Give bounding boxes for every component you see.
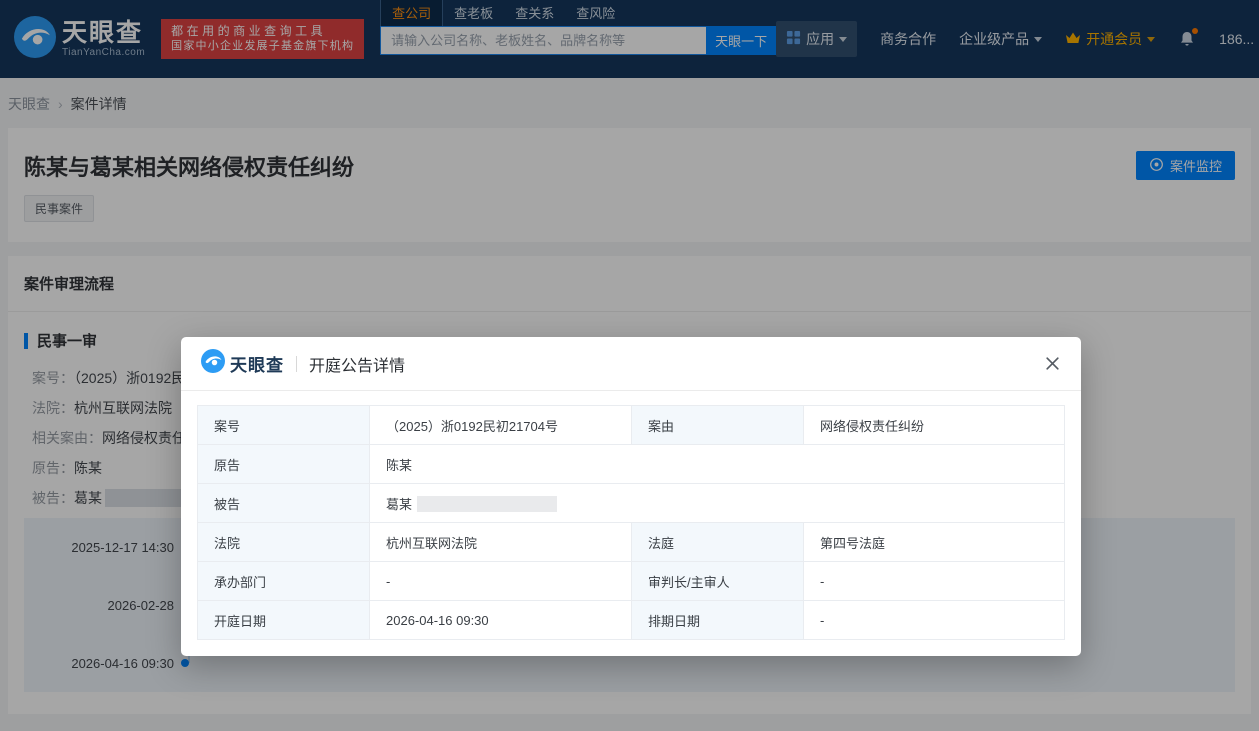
table-row: 原告 陈某	[197, 444, 1065, 484]
modal-brand-name: 天眼查	[230, 356, 284, 375]
table-row: 开庭日期 2026-04-16 09:30 排期日期 -	[197, 600, 1065, 640]
label-hearing-date: 开庭日期	[197, 600, 370, 640]
label-court: 法院	[197, 522, 370, 562]
label-defendant: 被告	[197, 483, 370, 523]
value-judge: -	[803, 561, 1065, 601]
hearing-detail-modal: 天眼查 开庭公告详情 案号 （2025）浙0192民初21704号 案由 网络侵…	[181, 337, 1081, 656]
tianyancha-logo-icon	[201, 349, 225, 378]
table-row: 承办部门 - 审判长/主审人 -	[197, 561, 1065, 601]
label-cause: 案由	[631, 405, 804, 445]
label-plaintiff: 原告	[197, 444, 370, 484]
page: 天眼查 TianYanCha.com 都在用的商业查询工具 国家中小企业发展子基…	[0, 0, 1259, 731]
value-plaintiff: 陈某	[369, 444, 1065, 484]
value-department: -	[369, 561, 632, 601]
table-row: 法院 杭州互联网法院 法庭 第四号法庭	[197, 522, 1065, 562]
value-defendant: 葛某	[369, 483, 1065, 523]
divider	[296, 355, 297, 372]
defendant-name: 葛某	[386, 496, 413, 512]
redacted-block	[417, 495, 558, 512]
modal-body: 案号 （2025）浙0192民初21704号 案由 网络侵权责任纠纷 原告 陈某…	[181, 391, 1081, 656]
label-department: 承办部门	[197, 561, 370, 601]
value-court: 杭州互联网法院	[369, 522, 632, 562]
value-case-no: （2025）浙0192民初21704号	[369, 405, 632, 445]
modal-header: 天眼查 开庭公告详情	[181, 337, 1081, 391]
label-courtroom: 法庭	[631, 522, 804, 562]
value-courtroom: 第四号法庭	[803, 522, 1065, 562]
value-schedule-date: -	[803, 600, 1065, 640]
hearing-detail-table: 案号 （2025）浙0192民初21704号 案由 网络侵权责任纠纷 原告 陈某…	[197, 405, 1065, 640]
table-row: 被告 葛某	[197, 483, 1065, 523]
modal-title: 开庭公告详情	[309, 357, 406, 375]
label-case-no: 案号	[197, 405, 370, 445]
value-hearing-date: 2026-04-16 09:30	[369, 600, 632, 640]
label-judge: 审判长/主审人	[631, 561, 804, 601]
table-row: 案号 （2025）浙0192民初21704号 案由 网络侵权责任纠纷	[197, 405, 1065, 445]
modal-close-button[interactable]	[1040, 351, 1065, 376]
value-cause: 网络侵权责任纠纷	[803, 405, 1065, 445]
label-schedule-date: 排期日期	[631, 600, 804, 640]
